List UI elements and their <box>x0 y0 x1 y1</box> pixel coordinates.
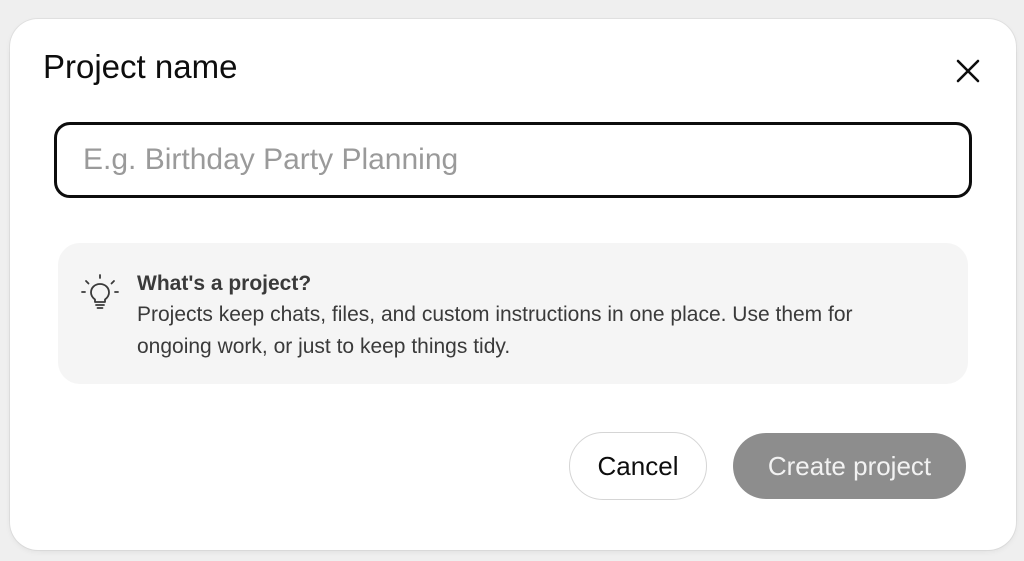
info-title: What's a project? <box>137 272 312 295</box>
cancel-button[interactable]: Cancel <box>569 432 707 500</box>
create-project-dialog: Project name What's a project? Projects … <box>10 19 1016 550</box>
dialog-title: Project name <box>43 48 238 85</box>
info-box: What's a project? Projects keep chats, f… <box>58 243 968 384</box>
project-name-input[interactable] <box>54 122 972 198</box>
close-icon <box>956 59 980 83</box>
close-button[interactable] <box>952 55 984 87</box>
info-description: Projects keep chats, files, and custom i… <box>137 303 853 358</box>
create-project-button[interactable]: Create project <box>733 433 966 499</box>
lightbulb-icon <box>81 274 119 309</box>
